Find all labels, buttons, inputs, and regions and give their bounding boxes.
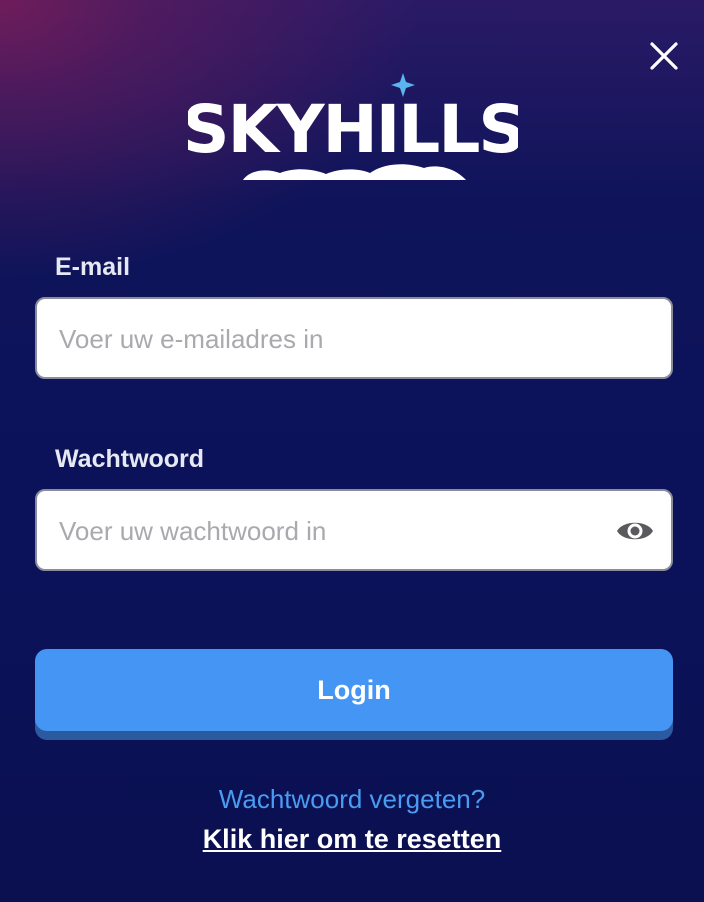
eye-icon: [617, 522, 653, 540]
close-button[interactable]: [646, 38, 682, 74]
email-label: E-mail: [55, 253, 131, 281]
password-field-box[interactable]: [35, 489, 673, 571]
password-label: Wachtwoord: [55, 445, 205, 473]
show-password-button[interactable]: [615, 513, 655, 549]
login-dialog: SKYHILLS E-mail Wachtwoord Login Wachtwo…: [0, 0, 704, 902]
password-input[interactable]: [57, 491, 621, 571]
forgot-password-text: Wachtwoord vergeten?: [218, 784, 486, 814]
email-field-box[interactable]: [35, 297, 673, 379]
skyhills-logo: SKYHILLS: [182, 70, 526, 185]
logo-text: SKYHILLS: [188, 91, 518, 168]
login-button[interactable]: Login: [35, 649, 673, 731]
close-icon: [650, 42, 678, 70]
reset-password-link[interactable]: Klik hier om te resetten: [0, 824, 704, 855]
email-input[interactable]: [57, 299, 621, 379]
